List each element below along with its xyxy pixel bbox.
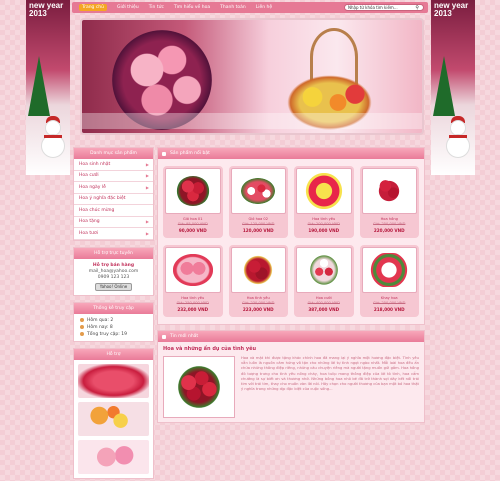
nav-contact[interactable]: Liên hệ (256, 5, 272, 10)
product-old-price: Giá: 250,000 VND (176, 301, 209, 305)
user-icon (80, 318, 84, 322)
product-image[interactable] (361, 247, 417, 293)
arrow-right-icon: ▶ (145, 173, 149, 179)
support-box: Hỗ trợ trực tuyến Hỗ trợ bán hàng mail_h… (73, 246, 154, 296)
product-image[interactable] (361, 168, 417, 214)
product-image[interactable] (230, 247, 286, 293)
user-icon (80, 325, 84, 329)
nav-news[interactable]: Tin tức (149, 5, 164, 10)
product-image[interactable] (296, 168, 352, 214)
hero-banner[interactable] (80, 18, 424, 135)
product-image[interactable] (165, 247, 221, 293)
product-old-price: Giá: 250,000 VND (373, 222, 406, 226)
arrow-right-icon: ▶ (145, 219, 149, 225)
user-icon (80, 332, 84, 336)
product-image[interactable] (165, 168, 221, 214)
product-price: 387,000 VND (308, 307, 340, 312)
product-card[interactable]: Hoa hồng Giá: 250,000 VND 220,000 VND (359, 166, 419, 238)
latest-news-header: Tin mới nhất (158, 331, 424, 342)
category-item[interactable]: Hoa sinh nhật ▶ (74, 159, 153, 171)
product-price: 232,000 VND (177, 307, 209, 312)
nav-payment[interactable]: Thanh toán (220, 5, 246, 10)
christmas-tree-icon (433, 56, 455, 116)
category-item[interactable]: Hoa tươi ▶ (74, 228, 153, 240)
news-body: Hoa và mật khi được tặng khác chính hoa … (241, 356, 419, 392)
product-card[interactable]: Hoa tình yêu Giá: 250,000 VND 232,000 VND (163, 245, 223, 317)
product-price: 120,000 VND (242, 228, 274, 233)
latest-news: Tin mới nhất Hoa và những ẩn dụ của tình… (157, 330, 425, 423)
product-image[interactable] (230, 168, 286, 214)
arrow-right-icon: ▶ (145, 230, 149, 236)
gift-title: Hỗ trợ (74, 348, 153, 360)
snowman-icon (445, 116, 471, 160)
arrow-right-icon: ▶ (145, 184, 149, 190)
main-content: Sản phẩm nổi bật Giỏ hoa 01 Giá: 95,000 V… (157, 147, 425, 428)
category-menu: Danh mục sản phẩm Hoa sinh nhật ▶ Hoa cướ… (73, 147, 154, 241)
new-year-banner-right[interactable]: new year 2013 (431, 0, 475, 175)
arrow-right-icon: ▶ (145, 161, 149, 167)
support-phone: 0909 123 123 (97, 274, 130, 280)
hero-caption-strip (82, 113, 422, 129)
gift-box: Hỗ trợ (73, 347, 154, 479)
news-thumbnail[interactable] (163, 356, 235, 418)
nav-about[interactable]: Giới thiệu (117, 5, 139, 10)
product-card[interactable]: Khay hoa Giá: 250,000 VND 218,000 VND (359, 245, 419, 317)
category-item[interactable]: Hoa ý nghĩa đặc biệt (74, 194, 153, 205)
stats-box: Thống kê truy cập Hôm qua: 2 Hôm nay: 8 … (73, 301, 154, 342)
search-icon[interactable]: ⚲ (415, 5, 419, 11)
featured-products: Sản phẩm nổi bật Giỏ hoa 01 Giá: 95,000 V… (157, 147, 425, 325)
product-card[interactable]: Giỏ hoa 02 Giá: 125,000 VND 120,000 VND (228, 166, 288, 238)
product-card[interactable]: Hoa tình yêu Giá: 230,000 VND 223,000 VND (228, 245, 288, 317)
banner-year-text: new year 2013 (434, 1, 469, 18)
stat-total: Tổng truy cập: 19 (87, 331, 127, 337)
new-year-banner-left[interactable]: new year 2013 (26, 0, 70, 175)
product-old-price: Giá: 200,000 VND (307, 222, 340, 226)
product-old-price: Giá: 230,000 VND (242, 301, 275, 305)
gift-image[interactable] (78, 401, 149, 436)
left-sidebar: Danh mục sản phẩm Hoa sinh nhật ▶ Hoa cướ… (73, 147, 154, 481)
search-placeholder: Nhập từ khóa tìm kiếm... (348, 5, 398, 10)
product-price: 90,000 VND (178, 228, 207, 233)
product-image[interactable] (296, 247, 352, 293)
featured-products-header: Sản phẩm nổi bật (158, 148, 424, 159)
latest-news-title: Tin mới nhất (170, 334, 199, 339)
product-old-price: Giá: 250,000 VND (373, 301, 406, 305)
banner-year-text: new year 2013 (29, 1, 64, 18)
bullet-icon (162, 151, 166, 156)
product-card[interactable]: Hoa tình yêu Giá: 200,000 VND 190,000 VND (294, 166, 354, 238)
gift-image[interactable] (78, 439, 149, 474)
nav-home[interactable]: Trang chủ (79, 4, 108, 11)
category-item[interactable]: Hoa ngày lễ ▶ (74, 182, 153, 194)
category-menu-title: Danh mục sản phẩm (74, 148, 153, 159)
product-price: 218,000 VND (373, 307, 405, 312)
product-old-price: Giá: 95,000 VND (177, 222, 208, 226)
product-price: 220,000 VND (373, 228, 405, 233)
support-title: Hỗ trợ trực tuyến (74, 247, 153, 259)
yahoo-status-button[interactable]: Yahoo! Online (94, 282, 133, 291)
snowman-icon (40, 116, 66, 160)
category-item[interactable]: Hoa tặng ▶ (74, 217, 153, 228)
product-card[interactable]: Giỏ hoa 01 Giá: 95,000 VND 90,000 VND (163, 166, 223, 238)
product-old-price: Giá: 400,000 VND (307, 301, 340, 305)
product-old-price: Giá: 125,000 VND (242, 222, 275, 226)
gift-image[interactable] (78, 363, 149, 398)
stats-title: Thống kê truy cập (74, 302, 153, 314)
product-price: 223,000 VND (242, 307, 274, 312)
category-item[interactable]: Hoa chúc mừng (74, 205, 153, 217)
search-input[interactable]: Nhập từ khóa tìm kiếm... ⚲ (344, 4, 424, 11)
bullet-icon (162, 334, 166, 339)
product-price: 190,000 VND (308, 228, 340, 233)
category-item[interactable]: Hoa cưới ▶ (74, 171, 153, 182)
stat-yesterday: Hôm qua: 2 (87, 317, 114, 323)
product-card[interactable]: Hoa cưới Giá: 400,000 VND 387,000 VND (294, 245, 354, 317)
featured-products-title: Sản phẩm nổi bật (170, 151, 210, 156)
christmas-tree-icon (28, 56, 50, 116)
news-headline[interactable]: Hoa và những ẩn dụ của tình yêu (163, 346, 419, 352)
main-navigation: Trang chủ Giới thiệu Tin tức Tìm hiểu về… (72, 2, 428, 13)
nav-about-flowers[interactable]: Tìm hiểu về hoa (174, 5, 210, 10)
stat-today: Hôm nay: 8 (87, 324, 113, 330)
